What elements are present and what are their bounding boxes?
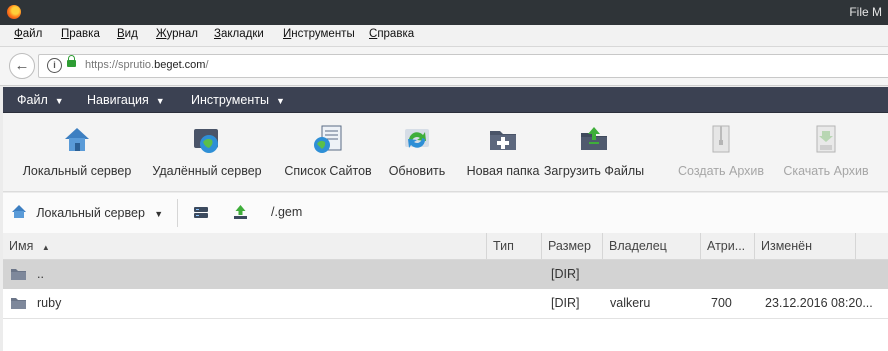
column-size[interactable]: Размер [542,233,603,259]
file-modified: 23.12.2016 08:20... [765,296,873,310]
table-row[interactable]: .. [DIR] [3,260,888,289]
column-owner[interactable]: Владелец [603,233,701,259]
window-titlebar: File M [0,0,888,25]
file-name: ruby [37,296,62,310]
sites-list-button[interactable]: Список Сайтов [276,113,380,191]
download-archive-button[interactable]: Скачать Архив [778,113,874,191]
server-selector[interactable]: Локальный сервер ▼ [11,204,163,222]
upload-files-icon [581,127,607,150]
menu-bookmarks[interactable]: Закладки [214,28,264,40]
home-server-icon [65,128,89,151]
app-menu-file[interactable]: Файл ▼ [17,93,64,107]
app-menubar: Файл ▼ Навигация ▼ Инструменты ▼ [3,87,888,113]
file-name: .. [37,267,44,281]
folder-icon [11,269,26,280]
column-attributes[interactable]: Атри... [701,233,755,259]
firefox-logo-icon [7,5,21,19]
upload-files-button[interactable]: Загрузить Файлы [524,113,664,191]
menu-history[interactable]: Журнал [156,28,198,40]
create-archive-icon [712,125,730,153]
local-server-button[interactable]: Локальный сервер [15,113,139,191]
dropdown-arrow-icon: ▼ [155,96,165,106]
file-table-header: Имя ▲ Тип Размер Владелец Атри... Изменё… [3,233,888,260]
menu-tools[interactable]: Инструменты [283,28,355,40]
server-drive-icon[interactable] [193,205,209,220]
menu-file[interactable]: Файл [14,28,42,40]
create-archive-button[interactable]: Создать Архив [670,113,772,191]
file-size: [DIR] [551,267,580,281]
path-bar-divider [177,199,178,227]
menu-help[interactable]: Справка [369,28,414,40]
sort-ascending-icon: ▲ [41,243,50,252]
window-title: File M [849,5,882,19]
toolbar: Локальный сервер Удалённый сервер Список… [3,113,888,192]
back-button[interactable]: ← [9,53,35,79]
refresh-button[interactable]: Обновить [384,113,450,191]
address-bar[interactable]: i https://sprutio.beget.com/ [38,54,888,78]
menu-edit[interactable]: Правка [61,28,100,40]
remote-server-button[interactable]: Удалённый сервер [146,113,268,191]
dropdown-arrow-icon: ▼ [275,96,285,106]
download-archive-icon [816,125,836,153]
file-owner: valkeru [610,296,651,310]
path-bar: Локальный сервер ▼ /.gem [3,193,888,234]
current-path: /.gem [271,205,303,219]
file-list-empty-area[interactable] [3,319,888,351]
refresh-icon [405,129,429,148]
dropdown-arrow-icon: ▼ [154,209,164,219]
upload-icon[interactable] [232,204,249,220]
remote-server-icon [194,129,218,153]
menu-view[interactable]: Вид [117,28,138,40]
file-size: [DIR] [551,296,580,310]
folder-icon [11,298,26,309]
table-row[interactable]: ruby [DIR] valkeru 700 23.12.2016 08:20.… [3,289,888,318]
info-icon[interactable]: i [47,58,62,73]
app-menu-navigation[interactable]: Навигация ▼ [87,93,165,107]
back-arrow-icon: ← [14,57,30,74]
browser-menubar: Файл Правка Вид Журнал Закладки Инструме… [0,25,888,47]
app-menu-tools[interactable]: Инструменты ▼ [191,93,285,107]
column-name[interactable]: Имя ▲ [3,233,487,259]
lock-icon[interactable] [67,55,76,67]
file-attrs: 700 [711,296,732,310]
dropdown-arrow-icon: ▼ [54,96,64,106]
home-icon [12,205,26,218]
sites-list-icon [314,125,342,153]
new-folder-icon [490,131,516,150]
column-modified[interactable]: Изменён [755,233,856,259]
browser-navbar: ← i https://sprutio.beget.com/ [0,47,888,86]
url-text: https://sprutio.beget.com/ [85,59,209,71]
column-type[interactable]: Тип [487,233,542,259]
